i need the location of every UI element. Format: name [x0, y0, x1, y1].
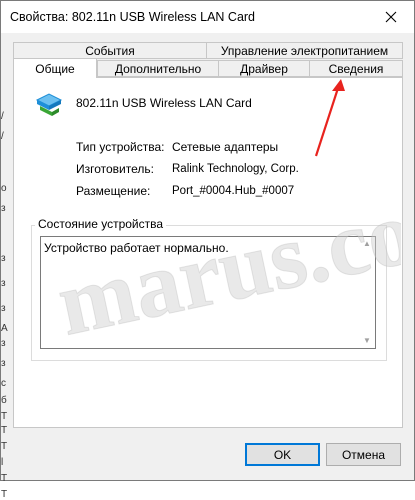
- tab-label: Сведения: [328, 61, 384, 76]
- cancel-button-label: Отмена: [341, 447, 386, 462]
- device-status-textbox[interactable]: Устройство работает нормально. ▲ ▼: [40, 236, 376, 349]
- strip-char: Т: [1, 411, 8, 422]
- strip-char: з: [1, 278, 6, 289]
- network-adapter-icon: [35, 93, 63, 116]
- strip-char: /: [1, 131, 4, 142]
- device-type-label: Тип устройства:: [76, 140, 165, 154]
- manufacturer-value: Ralink Technology, Corp.: [172, 163, 299, 175]
- tab-power-management[interactable]: Управление электропитанием: [206, 42, 403, 59]
- strip-char: o: [1, 183, 7, 194]
- manufacturer-label: Изготовитель:: [76, 162, 154, 176]
- ok-button-label: OK: [273, 447, 292, 462]
- strip-char: Т: [1, 489, 8, 500]
- close-icon: [385, 11, 397, 23]
- location-label: Размещение:: [76, 184, 151, 198]
- strip-char: l: [1, 457, 4, 468]
- location-value: Port_#0004.Hub_#0007: [172, 185, 295, 197]
- device-name: 802.11n USB Wireless LAN Card: [76, 96, 252, 110]
- status-scrollbar[interactable]: ▲ ▼: [361, 237, 375, 348]
- strip-char: Т: [1, 425, 8, 436]
- tab-driver[interactable]: Драйвер: [218, 60, 310, 77]
- strip-char: б: [1, 395, 7, 406]
- properties-dialog: Свойства: 802.11n USB Wireless LAN Card …: [0, 0, 415, 500]
- tab-label: Драйвер: [240, 61, 288, 76]
- strip-char: Т: [1, 473, 8, 484]
- tab-label: Управление электропитанием: [220, 43, 389, 58]
- scroll-up-icon[interactable]: ▲: [363, 239, 371, 248]
- strip-char: з: [1, 358, 6, 369]
- tab-advanced[interactable]: Дополнительно: [97, 60, 219, 77]
- background-window-strip: / / o з з з з A з з c б Т Т Т l Т Т: [1, 33, 8, 500]
- tab-details[interactable]: Сведения: [309, 60, 403, 77]
- tab-label: События: [85, 43, 135, 58]
- device-status-text: Устройство работает нормально.: [44, 241, 229, 255]
- tab-general[interactable]: Общие: [13, 58, 97, 78]
- close-button[interactable]: [368, 1, 414, 33]
- strip-char: з: [1, 303, 6, 314]
- strip-char: /: [1, 111, 4, 122]
- strip-char: з: [1, 203, 6, 214]
- device-status-title: Состояние устройства: [35, 217, 167, 231]
- strip-char: з: [1, 338, 6, 349]
- window-title: Свойства: 802.11n USB Wireless LAN Card: [10, 10, 256, 24]
- strip-char: A: [1, 323, 8, 334]
- scroll-down-icon[interactable]: ▼: [363, 336, 371, 345]
- strip-char: з: [1, 253, 6, 264]
- tab-label: Дополнительно: [114, 61, 202, 76]
- device-type-value: Сетевые адаптеры: [172, 140, 279, 154]
- title-bar: Свойства: 802.11n USB Wireless LAN Card: [1, 1, 414, 33]
- cancel-button[interactable]: Отмена: [326, 443, 401, 466]
- tab-events[interactable]: События: [13, 42, 207, 59]
- ok-button[interactable]: OK: [245, 443, 320, 466]
- strip-char: Т: [1, 441, 8, 452]
- strip-char: c: [1, 378, 6, 389]
- tab-label: Общие: [35, 61, 75, 76]
